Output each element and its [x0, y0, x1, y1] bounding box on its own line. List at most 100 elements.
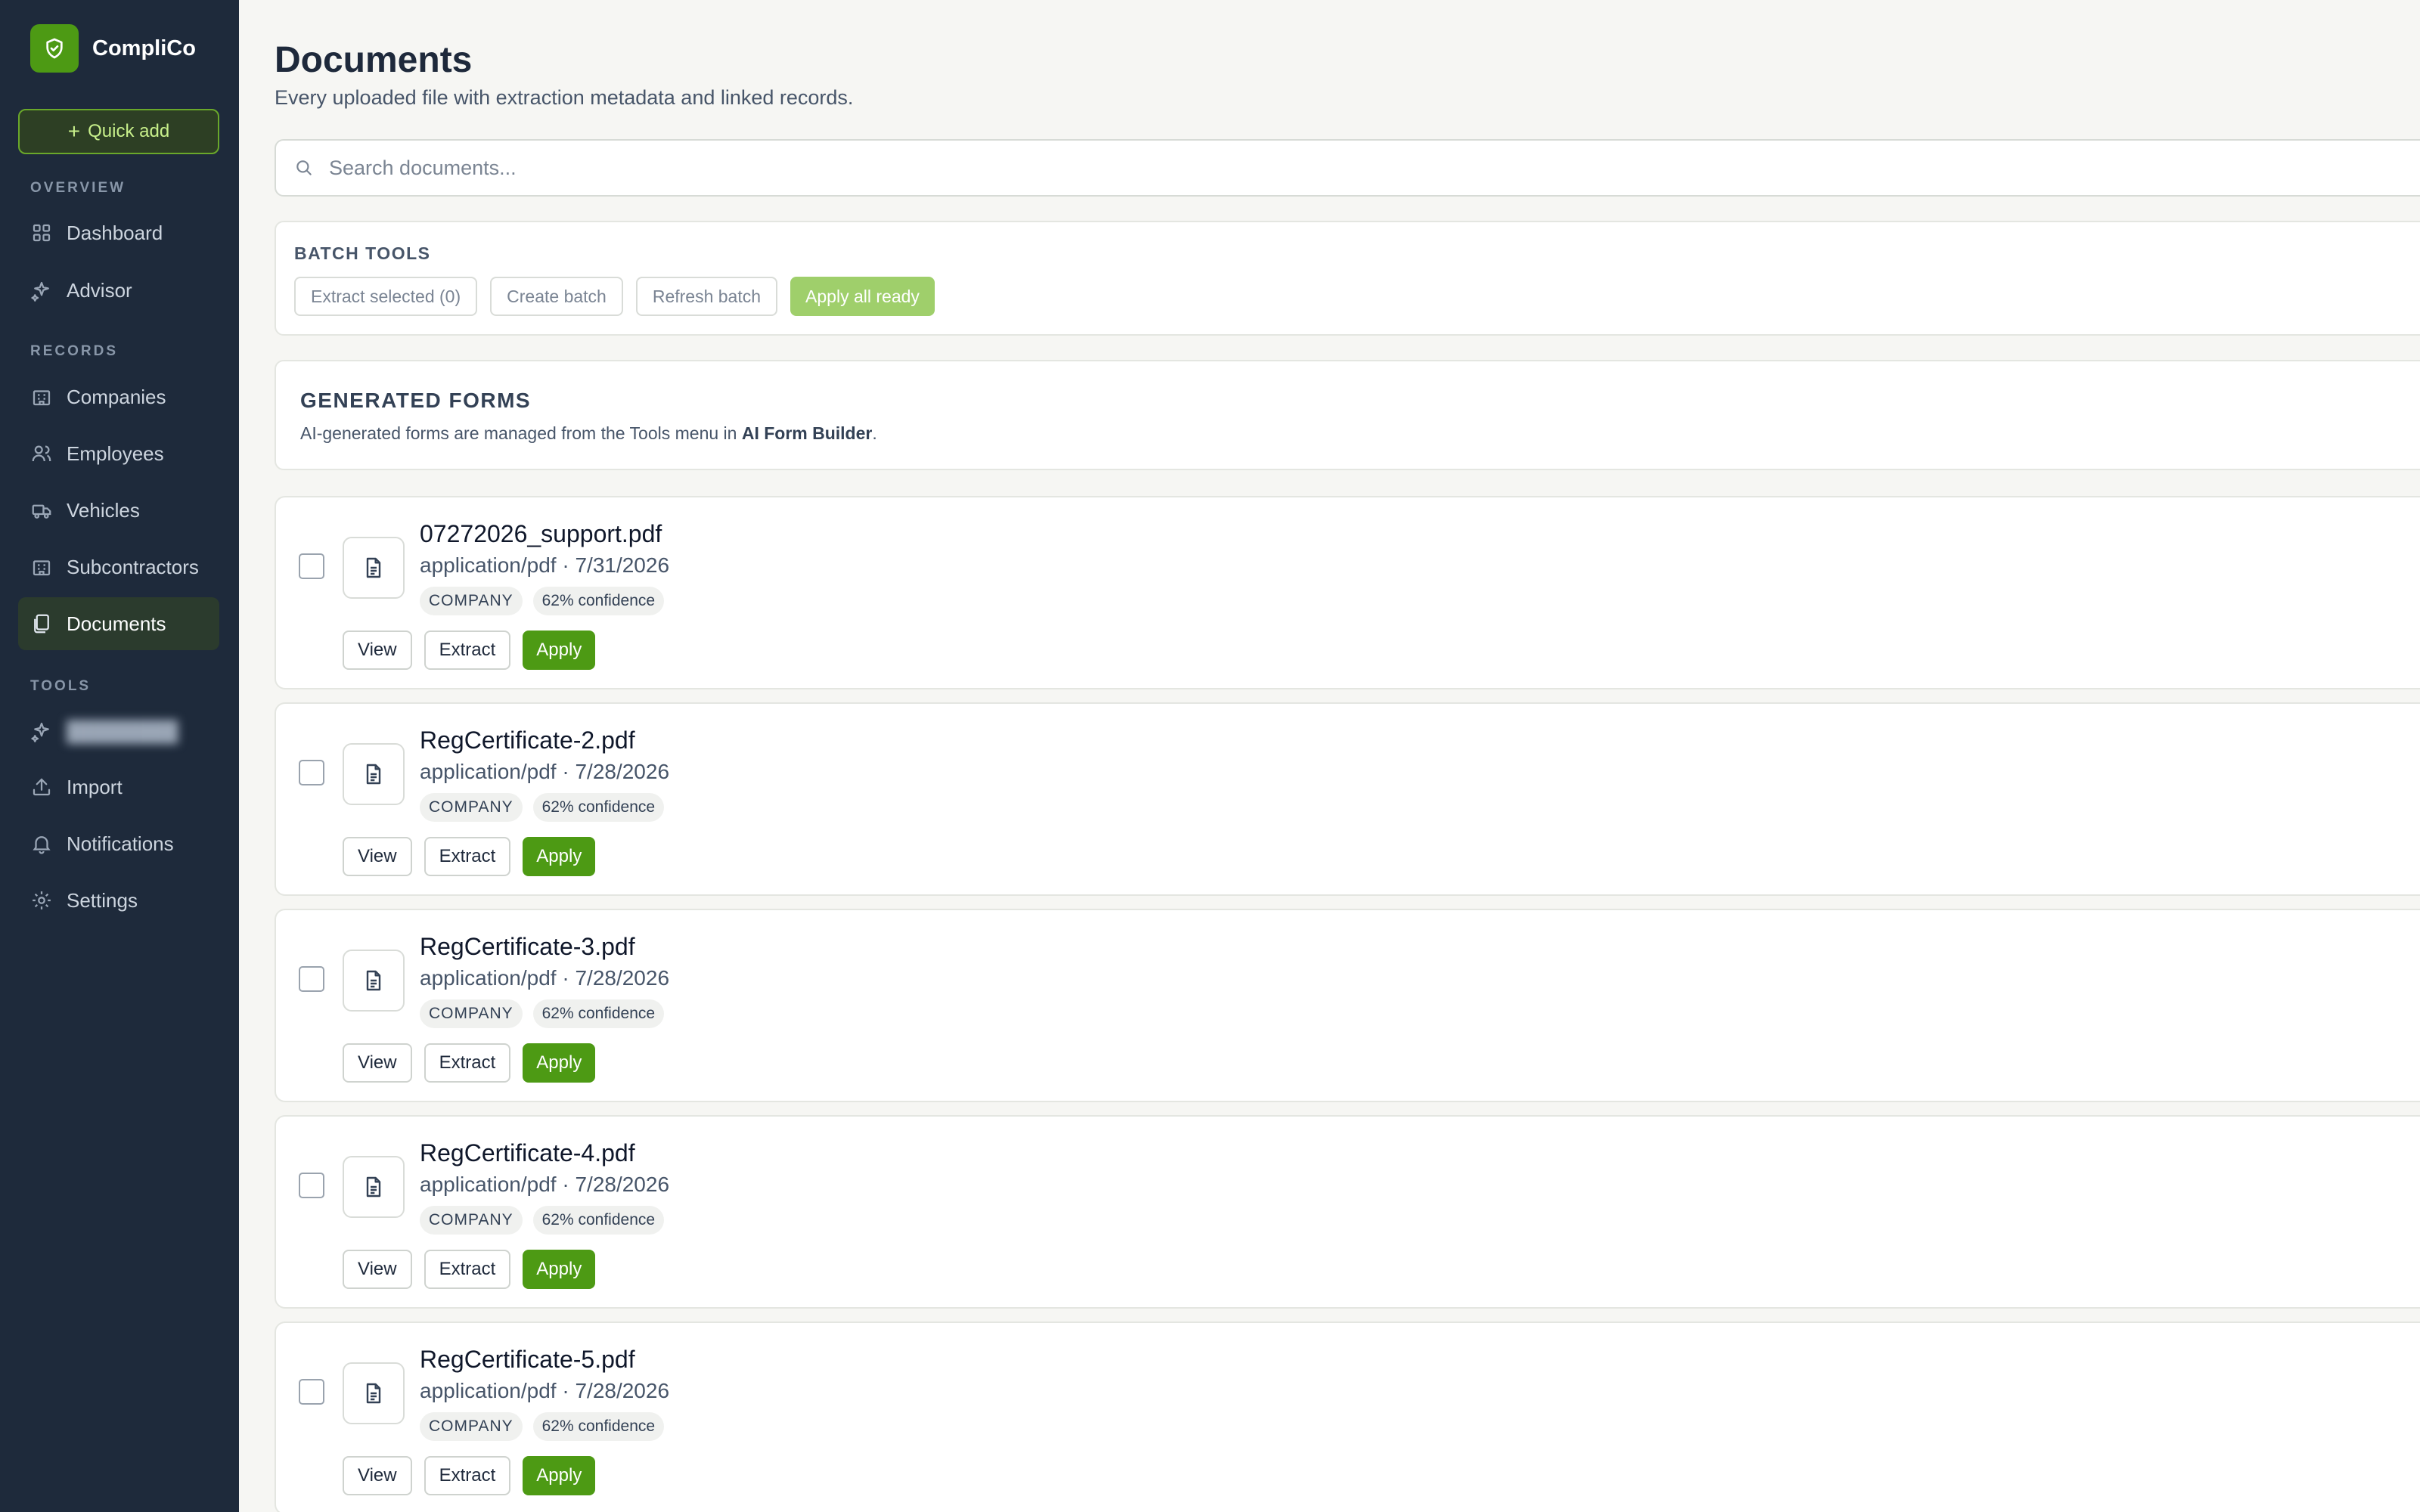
sidebar-item-label: Advisor	[67, 278, 132, 302]
view-button[interactable]: View	[343, 1250, 412, 1289]
type-badge: COMPANY	[420, 793, 523, 822]
type-badge: COMPANY	[420, 587, 523, 615]
document-checkbox[interactable]	[299, 553, 324, 579]
apply-all-ready-button[interactable]: Apply all ready	[790, 277, 935, 316]
refresh-batch-button[interactable]: Refresh batch	[635, 277, 778, 316]
search-bar[interactable]	[275, 139, 2420, 197]
bell-icon	[33, 836, 51, 854]
search-icon	[296, 160, 312, 175]
document-badges: COMPANY 62% confidence	[420, 793, 665, 822]
truck-icon	[32, 504, 51, 519]
sidebar-item-vehicles[interactable]: Vehicles	[18, 484, 219, 537]
generated-forms-text-after: .	[872, 423, 877, 443]
document-meta: application/pdf · 7/28/2026	[420, 1173, 670, 1196]
document-checkbox[interactable]	[299, 760, 324, 785]
batch-tools-panel: BATCH TOOLS Extract selected (0) Create …	[275, 221, 2420, 336]
document-actions: View Extract Apply	[343, 631, 596, 670]
sidebar-item-label: Subcontractors	[67, 555, 199, 578]
apply-button[interactable]: Apply	[523, 1456, 596, 1495]
users-icon	[32, 445, 51, 462]
building-icon	[33, 560, 51, 576]
view-button[interactable]: View	[343, 1456, 412, 1495]
sidebar-item-employees[interactable]: Employees	[18, 427, 219, 480]
create-batch-button[interactable]: Create batch	[490, 277, 623, 316]
document-meta: application/pdf · 7/28/2026	[420, 1379, 670, 1402]
sidebar-item-companies[interactable]: Companies	[18, 370, 219, 423]
brand-name: CompliCo	[92, 36, 196, 60]
sidebar-item-label: Employees	[67, 442, 164, 465]
document-badges: COMPANY 62% confidence	[420, 587, 665, 615]
document-badges: COMPANY 62% confidence	[420, 1412, 665, 1441]
sidebar-item-import[interactable]: Import	[18, 761, 219, 813]
file-text-icon	[343, 950, 405, 1012]
extract-button[interactable]: Extract	[424, 631, 511, 670]
quick-add-button[interactable]: + Quick add	[18, 109, 219, 154]
apply-button[interactable]: Apply	[523, 1250, 596, 1289]
document-actions: View Extract Apply	[343, 1043, 596, 1083]
extract-button[interactable]: Extract	[424, 1456, 511, 1495]
document-checkbox[interactable]	[299, 1379, 324, 1405]
sidebar-item-label: Documents	[67, 612, 166, 635]
sidebar-item-label: Dashboard	[67, 221, 163, 244]
sidebar-item-label: Companies	[67, 385, 166, 408]
generated-forms-panel: GENERATED FORMS AI-generated forms are m…	[275, 360, 2420, 470]
document-checkbox[interactable]	[299, 966, 324, 992]
building-icon	[33, 390, 51, 406]
document-badges: COMPANY 62% confidence	[420, 1206, 665, 1235]
sparkle-icon	[31, 281, 49, 302]
batch-tools-buttons: Extract selected (0) Create batch Refres…	[294, 277, 935, 316]
view-button[interactable]: View	[343, 837, 412, 876]
view-button[interactable]: View	[343, 1043, 412, 1083]
page-title: Documents	[275, 40, 473, 80]
type-badge: COMPANY	[420, 1206, 523, 1235]
view-button[interactable]: View	[343, 631, 412, 670]
section-records: RECORDS	[30, 343, 119, 359]
apply-button[interactable]: Apply	[523, 631, 596, 670]
sidebar-item-dashboard[interactable]: Dashboard	[18, 206, 219, 259]
document-name: RegCertificate-4.pdf	[420, 1139, 635, 1167]
main-content: Documents Every uploaded file with extra…	[239, 0, 2420, 1512]
confidence-badge: 62% confidence	[532, 793, 665, 822]
document-name: RegCertificate-3.pdf	[420, 933, 635, 960]
confidence-badge: 62% confidence	[532, 999, 665, 1028]
document-actions: View Extract Apply	[343, 1456, 596, 1495]
document-actions: View Extract Apply	[343, 1250, 596, 1289]
apply-button[interactable]: Apply	[523, 1043, 596, 1083]
grid-icon	[33, 224, 51, 242]
brand[interactable]: CompliCo	[30, 24, 196, 73]
confidence-badge: 62% confidence	[532, 1412, 665, 1441]
sidebar-item-notifications[interactable]: Notifications	[18, 817, 219, 870]
extract-button[interactable]: Extract	[424, 1250, 511, 1289]
document-checkbox[interactable]	[299, 1173, 324, 1198]
sidebar-item-subcontractors[interactable]: Subcontractors	[18, 541, 219, 593]
extract-button[interactable]: Extract	[424, 1043, 511, 1083]
page-subtitle: Every uploaded file with extraction meta…	[275, 86, 854, 109]
file-text-icon	[343, 537, 405, 599]
document-card: RegCertificate-4.pdf application/pdf · 7…	[275, 1115, 2420, 1309]
sidebar-item-documents[interactable]: Documents	[18, 597, 219, 650]
extract-selected-button[interactable]: Extract selected (0)	[294, 277, 478, 316]
shield-check-icon	[30, 24, 79, 73]
ai-form-builder-link[interactable]: AI Form Builder	[742, 423, 873, 443]
generated-forms-title: GENERATED FORMS	[300, 389, 532, 412]
file-text-icon	[343, 1156, 405, 1218]
sidebar-item-advisor[interactable]: Advisor	[18, 264, 219, 317]
document-actions: View Extract Apply	[343, 837, 596, 876]
document-card: RegCertificate-2.pdf application/pdf · 7…	[275, 702, 2420, 896]
generated-forms-text: AI-generated forms are managed from the …	[300, 423, 877, 444]
generated-forms-text-before: AI-generated forms are managed from the …	[300, 423, 742, 443]
section-overview: OVERVIEW	[30, 180, 126, 196]
file-text-icon	[343, 743, 405, 805]
document-name: RegCertificate-2.pdf	[420, 727, 635, 754]
document-card: 07272026_support.pdf application/pdf · 7…	[275, 496, 2420, 689]
quick-add-label: Quick add	[88, 121, 170, 141]
document-name: RegCertificate-5.pdf	[420, 1346, 635, 1373]
type-badge: COMPANY	[420, 1412, 523, 1441]
file-text-icon	[343, 1362, 405, 1424]
sidebar-item-blurred-tool[interactable]: ████████	[18, 705, 219, 758]
extract-button[interactable]: Extract	[424, 837, 511, 876]
sidebar-item-settings[interactable]: Settings	[18, 874, 219, 927]
apply-button[interactable]: Apply	[523, 837, 596, 876]
section-tools: TOOLS	[30, 678, 92, 694]
search-input[interactable]	[329, 156, 2295, 180]
